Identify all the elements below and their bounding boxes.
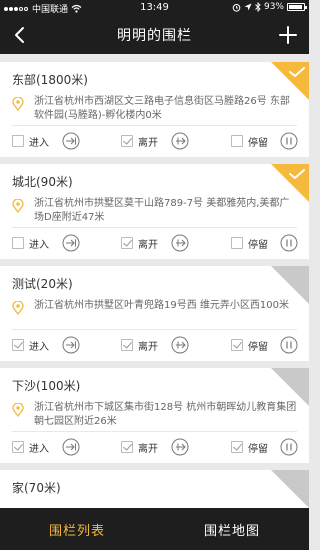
fence-name: 城北(90米) xyxy=(12,175,73,189)
leave-option[interactable]: 离开 xyxy=(121,333,158,357)
fence-address: 浙江省杭州市下城区集市街128号 杭州市朝晖幼儿教育集团朝七园区附近26米 xyxy=(12,401,297,429)
stay-option[interactable]: 停留 xyxy=(231,333,268,357)
enter-label: 进入 xyxy=(29,341,49,353)
fence-name: 家(70米) xyxy=(12,481,61,495)
fence-address: 浙江省杭州市拱墅区叶青兜路19号西 维元弄小区西100米 xyxy=(12,299,297,315)
fence-address: 浙江省杭州市西湖区文三路电子信息街区马塍路26号 东部软件园(马塍路)-孵化楼内… xyxy=(12,95,297,123)
fence-actions: 进入 离开 停留 xyxy=(0,231,309,255)
battery-icon xyxy=(287,3,307,11)
fence-address-text: 浙江省杭州市拱墅区叶青兜路19号西 维元弄小区西100米 xyxy=(34,300,289,311)
enter-option[interactable]: 进入 xyxy=(12,333,49,357)
nav-bar: 明明的围栏 xyxy=(0,16,309,54)
enter-checkbox[interactable] xyxy=(12,237,24,249)
tab-bar: 围栏列表 围栏地图 xyxy=(0,508,309,550)
leave-checkbox[interactable] xyxy=(121,135,133,147)
divider xyxy=(12,329,297,330)
fence-status-corner xyxy=(271,470,309,508)
leave-label: 离开 xyxy=(138,239,158,251)
leave-option[interactable]: 离开 xyxy=(121,231,158,255)
enter-icon[interactable] xyxy=(62,336,80,354)
location-pin-icon xyxy=(12,403,24,417)
fence-card[interactable]: 城北(90米) 浙江省杭州市拱墅区莫干山路789-7号 美都雅苑内,美都广场D座… xyxy=(0,164,309,259)
leave-label: 离开 xyxy=(138,443,158,455)
stay-checkbox[interactable] xyxy=(231,135,243,147)
fence-address-text: 浙江省杭州市下城区集市街128号 杭州市朝晖幼儿教育集团朝七园区附近26米 xyxy=(34,402,297,427)
enter-icon[interactable] xyxy=(62,234,80,252)
tab-fence-map[interactable]: 围栏地图 xyxy=(155,508,309,550)
fence-name: 下沙(100米) xyxy=(12,379,81,393)
fence-list[interactable]: 东部(1800米) 浙江省杭州市西湖区文三路电子信息街区马塍路26号 东部软件园… xyxy=(0,54,309,508)
tab-fence-list[interactable]: 围栏列表 xyxy=(0,508,154,550)
leave-checkbox[interactable] xyxy=(121,441,133,453)
stay-option[interactable]: 停留 xyxy=(231,129,268,153)
stay-option[interactable]: 停留 xyxy=(231,231,268,255)
divider xyxy=(12,227,297,228)
fence-address-text: 浙江省杭州市西湖区文三路电子信息街区马塍路26号 东部软件园(马塍路)-孵化楼内… xyxy=(34,96,290,121)
leave-option[interactable]: 离开 xyxy=(121,435,158,459)
divider xyxy=(12,431,297,432)
leave-checkbox[interactable] xyxy=(121,237,133,249)
enter-label: 进入 xyxy=(29,443,49,455)
fence-address: 浙江省杭州市拱墅区莫干山路789-7号 美都雅苑内,美都广场D座附近47米 xyxy=(12,197,297,225)
leave-icon[interactable] xyxy=(171,234,189,252)
stay-label: 停留 xyxy=(248,443,268,455)
fence-card[interactable]: 东部(1800米) 浙江省杭州市西湖区文三路电子信息街区马塍路26号 东部软件园… xyxy=(0,62,309,157)
enter-checkbox[interactable] xyxy=(12,441,24,453)
enter-option[interactable]: 进入 xyxy=(12,231,49,255)
stay-label: 停留 xyxy=(248,239,268,251)
enter-icon[interactable] xyxy=(62,438,80,456)
pause-icon[interactable] xyxy=(280,132,298,150)
plus-icon[interactable] xyxy=(275,22,301,48)
leave-label: 离开 xyxy=(138,341,158,353)
stay-label: 停留 xyxy=(248,341,268,353)
leave-option[interactable]: 离开 xyxy=(121,129,158,153)
stay-label: 停留 xyxy=(248,137,268,149)
checkmark-icon xyxy=(289,67,305,77)
enter-label: 进入 xyxy=(29,137,49,149)
fence-actions: 进入 离开 停留 xyxy=(0,129,309,153)
fence-card[interactable]: 测试(20米) 浙江省杭州市拱墅区叶青兜路19号西 维元弄小区西100米 进入 … xyxy=(0,266,309,361)
status-right: 93% xyxy=(232,2,307,12)
stay-checkbox[interactable] xyxy=(231,441,243,453)
page-title: 明明的围栏 xyxy=(117,28,192,44)
location-pin-icon xyxy=(12,97,24,111)
stay-checkbox[interactable] xyxy=(231,339,243,351)
enter-option[interactable]: 进入 xyxy=(12,435,49,459)
pause-icon[interactable] xyxy=(280,438,298,456)
alarm-icon xyxy=(232,3,241,12)
enter-checkbox[interactable] xyxy=(12,339,24,351)
stay-option[interactable]: 停留 xyxy=(231,435,268,459)
enter-label: 进入 xyxy=(29,239,49,251)
leave-icon[interactable] xyxy=(171,132,189,150)
leave-label: 离开 xyxy=(138,137,158,149)
enter-icon[interactable] xyxy=(62,132,80,150)
leave-checkbox[interactable] xyxy=(121,339,133,351)
leave-icon[interactable] xyxy=(171,336,189,354)
divider xyxy=(12,125,297,126)
location-pin-icon xyxy=(12,301,24,315)
stay-checkbox[interactable] xyxy=(231,237,243,249)
fence-address-text: 浙江省杭州市拱墅区莫干山路789-7号 美都雅苑内,美都广场D座附近47米 xyxy=(34,198,290,223)
fence-card[interactable]: 家(70米) xyxy=(0,470,309,508)
fence-name: 测试(20米) xyxy=(12,277,73,291)
fence-card[interactable]: 下沙(100米) 浙江省杭州市下城区集市街128号 杭州市朝晖幼儿教育集团朝七园… xyxy=(0,368,309,463)
location-pin-icon xyxy=(12,199,24,213)
fence-name: 东部(1800米) xyxy=(12,73,88,87)
fence-actions: 进入 离开 停留 xyxy=(0,435,309,459)
enter-checkbox[interactable] xyxy=(12,135,24,147)
enter-option[interactable]: 进入 xyxy=(12,129,49,153)
battery-percent: 93% xyxy=(263,2,284,12)
checkmark-icon xyxy=(289,169,305,179)
location-arrow-icon xyxy=(244,3,252,11)
pause-icon[interactable] xyxy=(280,234,298,252)
status-bar: 中国联通 13:49 93% xyxy=(0,0,309,16)
bluetooth-icon xyxy=(255,2,261,12)
leave-icon[interactable] xyxy=(171,438,189,456)
fence-actions: 进入 离开 停留 xyxy=(0,333,309,357)
pause-icon[interactable] xyxy=(280,336,298,354)
